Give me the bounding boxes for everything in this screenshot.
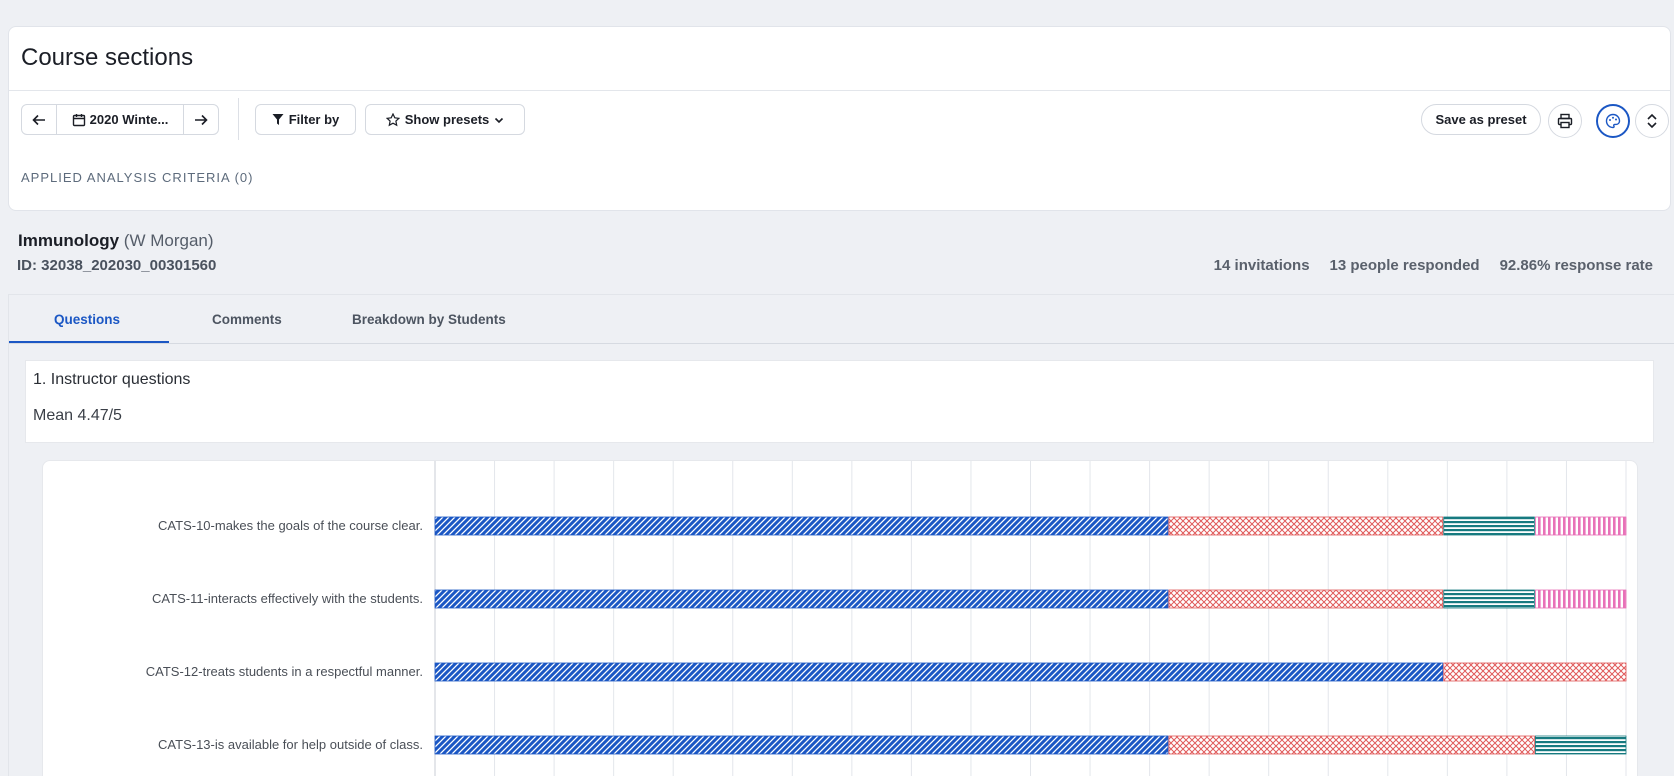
filter-label: Filter by [288,112,340,127]
responded-count: 13 people responded [1329,257,1480,274]
print-button[interactable] [1548,104,1582,138]
bar-segment[interactable] [1443,516,1535,536]
arrow-left-icon [32,114,45,125]
course-id: ID: 32038_202030_00301560 [17,257,217,274]
bar-segment[interactable] [1534,516,1627,536]
expand-collapse-button[interactable] [1635,104,1669,138]
invitations-count: 14 invitations [1213,257,1310,274]
palette-icon [1605,113,1621,129]
tab-bar: Questions Comments Breakdown by Students [9,295,1674,344]
chart-card: CATS-10-makes the goals of the course cl… [42,460,1638,776]
bar-segment[interactable] [1443,589,1535,609]
show-presets-button[interactable]: Show presets [365,104,525,135]
term-selector[interactable]: 2020 Winte... [56,105,184,134]
save-as-preset-button[interactable]: Save as preset [1421,104,1541,135]
filter-by-button[interactable]: Filter by [255,104,356,135]
bar-segment[interactable] [1534,735,1627,755]
bar-segment[interactable] [434,735,1169,755]
bar-segment[interactable] [434,516,1169,536]
chevron-down-icon [495,117,504,123]
bar-segment[interactable] [1168,516,1444,536]
previous-term-button[interactable] [22,105,56,134]
page-title: Course sections [21,44,194,71]
applied-criteria-label[interactable]: APPLIED ANALYSIS CRITERIA (0) [21,170,254,185]
chart-category-labels: CATS-10-makes the goals of the course cl… [146,518,423,752]
presets-label: Show presets [404,112,490,127]
response-rate: 92.86% response rate [1499,257,1653,274]
tab-questions[interactable]: Questions [54,312,120,327]
category-label: CATS-13-is available for help outside of… [158,737,423,752]
bar-segment[interactable] [1168,589,1444,609]
active-tab-indicator [9,341,169,343]
course-instructor: (W Morgan) [123,231,214,250]
question-title: 1. Instructor questions [33,371,191,388]
bar-segment[interactable] [1443,662,1627,682]
bar-segment[interactable] [434,589,1169,609]
header-card: Course sections 2020 Winte... Filter by … [8,26,1671,211]
expand-icon [1647,113,1657,129]
tab-comments[interactable]: Comments [212,312,282,327]
stacked-bar-chart: CATS-10-makes the goals of the course cl… [146,461,1627,776]
response-stats: 14 invitations 13 people responded 92.86… [1214,257,1653,274]
bar-segment[interactable] [434,662,1444,682]
calendar-icon [72,113,85,126]
course-name: Immunology [18,231,120,250]
bar-segment[interactable] [1168,735,1535,755]
term-label: 2020 Winte... [89,112,169,127]
category-label: CATS-12-treats students in a respectful … [146,664,423,679]
question-header-card: 1. Instructor questions Mean 4.47/5 [25,360,1654,443]
bar-segment[interactable] [1534,589,1627,609]
category-label: CATS-10-makes the goals of the course cl… [158,518,423,533]
theme-palette-button[interactable] [1596,104,1630,138]
arrow-right-icon [195,114,208,125]
chart-grid [434,461,1627,776]
divider [9,90,1670,91]
next-term-button[interactable] [184,105,218,134]
question-mean: Mean 4.47/5 [33,407,122,424]
star-icon [385,112,400,126]
category-label: CATS-11-interacts effectively with the s… [152,591,423,606]
term-navigator: 2020 Winte... [21,104,219,135]
filter-icon [272,114,284,125]
tab-breakdown-by-students[interactable]: Breakdown by Students [352,312,506,327]
course-heading: Immunology (W Morgan) [18,231,214,251]
printer-icon [1557,113,1573,129]
toolbar-separator [238,98,239,140]
